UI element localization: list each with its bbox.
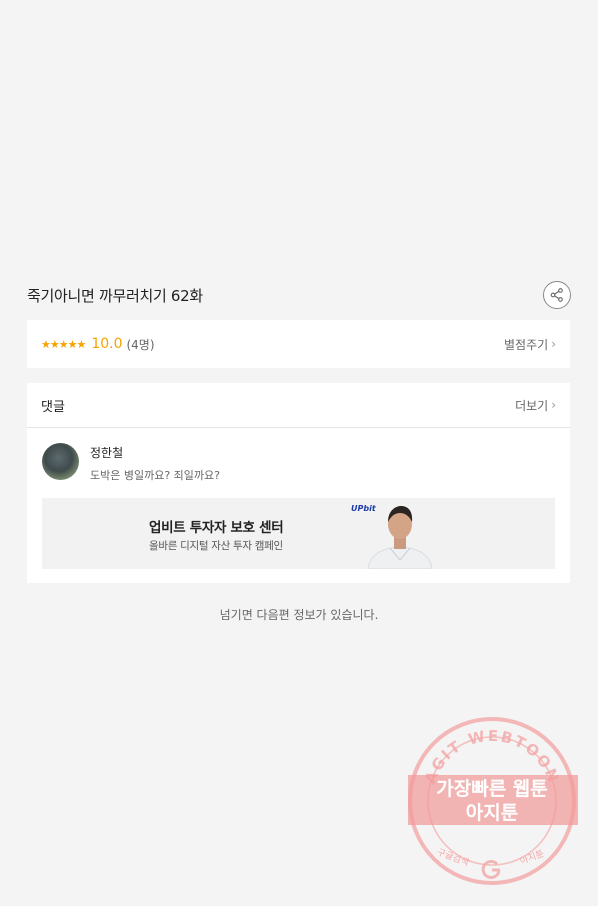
rating-stars: ★★★★★ bbox=[41, 337, 86, 351]
comments-more-label: 더보기 bbox=[515, 398, 549, 413]
agit-webtoon-watermark: AGIT WEBTOON 가장빠른 웹툰 아지툰 구글검색 아지툰 bbox=[408, 717, 578, 885]
ad-title: 업비트 투자자 보호 센터 bbox=[149, 520, 284, 536]
chevron-right-icon: › bbox=[551, 398, 556, 412]
comment-text: 도박은 병일까요? 죄일까요? bbox=[90, 469, 220, 482]
rate-button[interactable]: 별점주기 › bbox=[504, 336, 556, 353]
google-icon bbox=[481, 859, 501, 879]
ad-banner[interactable]: 업비트 투자자 보호 센터 올바른 디지털 자산 투자 캠페인 UPbit bbox=[42, 498, 555, 569]
rating-summary: ★★★★★ 10.0 (4명) bbox=[41, 336, 155, 353]
share-icon bbox=[550, 288, 563, 302]
share-button[interactable] bbox=[543, 281, 571, 309]
comments-card: 댓글 더보기 › 정한철 도박은 병일까요? 죄일까요? 업비트 투자자 보호 … bbox=[27, 383, 570, 583]
rate-button-label: 별점주기 bbox=[504, 337, 549, 352]
comment-body: 정한철 도박은 병일까요? 죄일까요? bbox=[90, 443, 220, 483]
comments-header: 댓글 더보기 › bbox=[27, 383, 570, 428]
episode-title: 죽기아니면 까무러치기 62화 bbox=[27, 286, 203, 305]
watermark-line1: 가장빠른 웹툰 bbox=[436, 778, 548, 800]
comments-more-button[interactable]: 더보기 › bbox=[515, 397, 556, 414]
ad-person-image bbox=[367, 506, 433, 569]
rating-card: ★★★★★ 10.0 (4명) 별점주기 › bbox=[27, 320, 570, 368]
rating-score: 10.0 bbox=[91, 336, 123, 352]
next-episode-notice: 넘기면 다음편 정보가 있습니다. bbox=[219, 608, 379, 622]
episode-header: 죽기아니면 까무러치기 62화 bbox=[27, 280, 571, 310]
avatar bbox=[42, 443, 79, 480]
ad-subtitle: 올바른 디지털 자산 투자 캠페인 bbox=[149, 540, 283, 552]
rating-count: (4명) bbox=[126, 337, 155, 352]
chevron-right-icon: › bbox=[551, 337, 556, 351]
watermark-line2: 아지툰 bbox=[466, 802, 518, 824]
comments-title: 댓글 bbox=[41, 399, 65, 415]
comment-item[interactable]: 정한철 도박은 병일까요? 죄일까요? bbox=[42, 443, 220, 483]
comment-username: 정한철 bbox=[90, 446, 124, 460]
